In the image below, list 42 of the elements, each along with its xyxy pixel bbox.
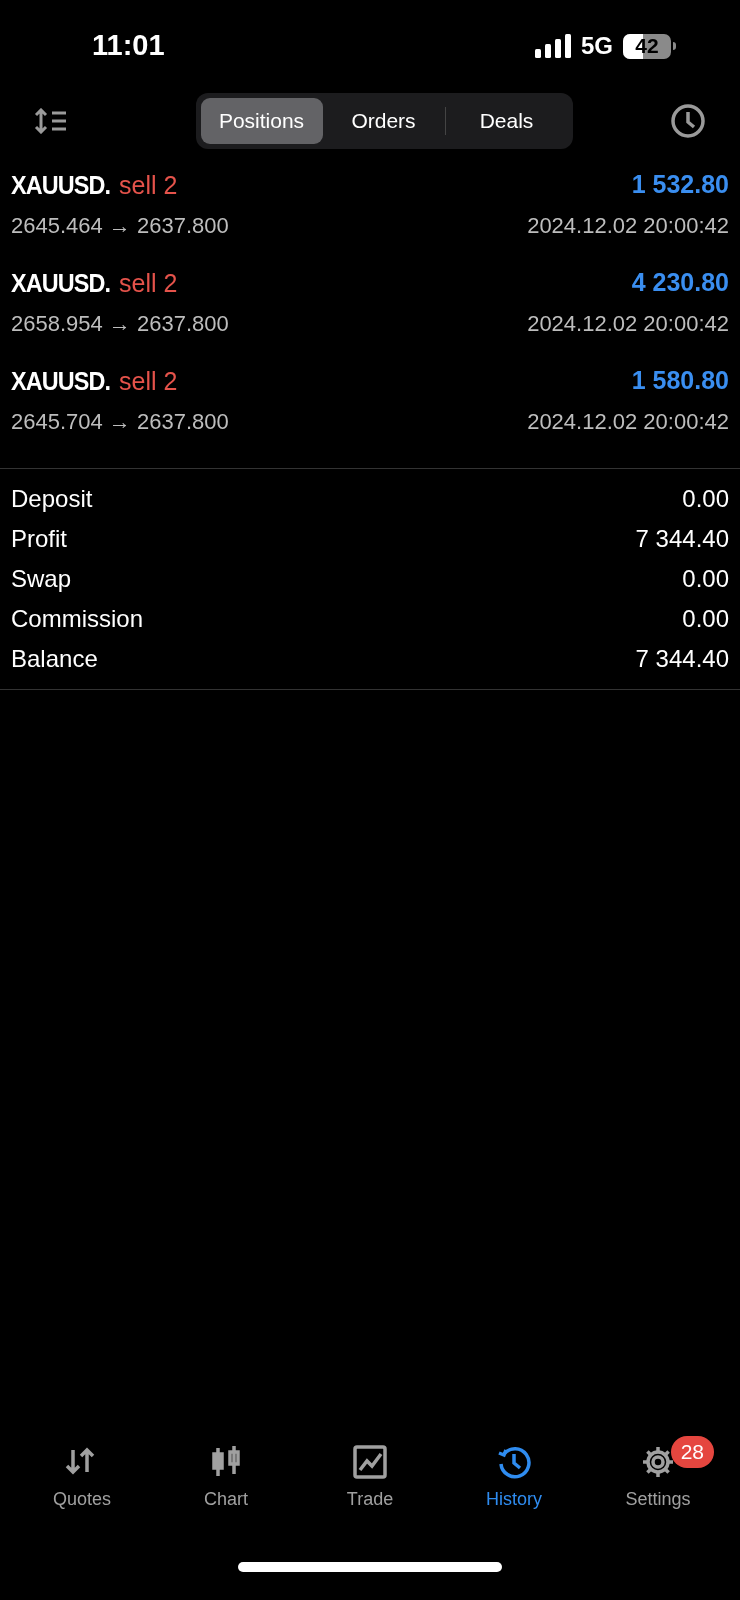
- summary-label: Balance: [11, 644, 98, 674]
- tab-bar-item[interactable]: History: [454, 1434, 574, 1534]
- notification-badge: 28: [670, 1436, 714, 1468]
- history-icon: [496, 1444, 532, 1480]
- deal-side: sell 2: [119, 169, 178, 201]
- line-chart-icon: [352, 1444, 388, 1480]
- deal-time: 2024.12.02 20:00:42: [527, 211, 729, 240]
- sort-icon[interactable]: [34, 108, 68, 134]
- clock-icon[interactable]: [670, 103, 706, 139]
- deal-profit: 4 230.80: [631, 267, 729, 299]
- summary-label: Profit: [11, 524, 67, 554]
- deal-side: sell 2: [119, 267, 178, 299]
- deal-prices: 2658.954 → 2637.800: [11, 309, 229, 338]
- summary-value: 0.00: [682, 484, 729, 514]
- deal-symbol: XAUUSD.: [11, 266, 110, 300]
- summary-value: 7 344.40: [635, 524, 729, 554]
- summary-label: Swap: [11, 564, 72, 594]
- deal-profit: 1 532.80: [631, 169, 729, 201]
- status-time: 11:01: [92, 28, 165, 64]
- summary-value: 0.00: [682, 564, 729, 594]
- tab-bar-item[interactable]: Quotes: [22, 1434, 142, 1534]
- segment-tab[interactable]: Deals: [445, 98, 568, 144]
- deal-time: 2024.12.02 20:00:42: [527, 407, 729, 436]
- network-label: 5G: [581, 31, 613, 61]
- tab-bar-item[interactable]: Settings 28: [598, 1434, 718, 1534]
- deal-symbol: XAUUSD.: [11, 168, 110, 202]
- deal-prices: 2645.704 → 2637.800: [11, 407, 229, 436]
- signal-icon: [535, 34, 571, 58]
- deal-prices: 2645.464 → 2637.800: [11, 211, 229, 240]
- summary-label: Commission: [11, 604, 144, 634]
- summary-label: Deposit: [11, 484, 93, 514]
- tab-bar-item[interactable]: Chart: [166, 1434, 286, 1534]
- deal-profit: 1 580.80: [631, 365, 729, 397]
- segment-tab[interactable]: Orders: [322, 98, 445, 144]
- deal-side: sell 2: [119, 365, 178, 397]
- tab-bar-item[interactable]: Trade: [310, 1434, 430, 1534]
- gear-icon: [640, 1444, 676, 1480]
- summary-value: 7 344.40: [635, 644, 729, 674]
- summary-value: 0.00: [682, 604, 729, 634]
- deal-time: 2024.12.02 20:00:42: [527, 309, 729, 338]
- deal-symbol: XAUUSD.: [11, 364, 110, 398]
- segment-tab[interactable]: Positions: [200, 98, 323, 144]
